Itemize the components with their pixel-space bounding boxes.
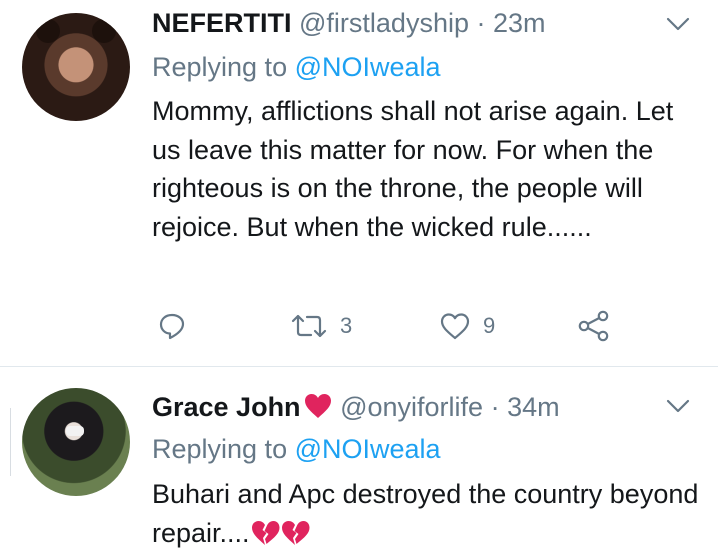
user-handle[interactable]: @firstladyship: [299, 8, 469, 38]
tweet-header: Grace John @onyiforlife · 34m: [152, 390, 560, 424]
user-handle[interactable]: @onyiforlife: [340, 392, 483, 422]
like-button[interactable]: 9: [439, 304, 495, 348]
retweet-count: 3: [340, 313, 353, 338]
avatar[interactable]: [22, 13, 130, 121]
avatar[interactable]: [22, 388, 130, 496]
like-icon: [440, 313, 470, 340]
mention-link[interactable]: @NOIweala: [295, 434, 441, 464]
tweet-divider: [0, 366, 718, 367]
tweet-actions: 3 9: [0, 304, 718, 348]
tweet-text-content: Buhari and Apc destroyed the country bey…: [152, 479, 699, 548]
reply-icon: [159, 313, 185, 340]
broken-heart-icon: [251, 520, 280, 545]
red-heart-icon: [304, 394, 331, 418]
left-edge-panel: [0, 408, 11, 476]
replying-prefix: Replying to: [152, 434, 288, 464]
tweet-header: NEFERTITI @firstladyship · 23m: [152, 6, 546, 40]
retweet-icon: [291, 314, 327, 338]
mention-link[interactable]: @NOIweala: [295, 52, 441, 82]
tweet-text: Buhari and Apc destroyed the country bey…: [152, 475, 702, 552]
display-name[interactable]: NEFERTITI: [152, 8, 292, 38]
tweet-1[interactable]: NEFERTITI @firstladyship · 23m Replying …: [0, 0, 718, 366]
like-count: 9: [483, 313, 496, 338]
display-name[interactable]: Grace John: [152, 392, 301, 422]
replying-to: Replying to @NOIweala: [152, 432, 441, 466]
replying-to: Replying to @NOIweala: [152, 50, 441, 84]
chevron-down-icon[interactable]: [663, 14, 693, 34]
chevron-down-icon[interactable]: [663, 396, 693, 416]
face-mask: [66, 426, 84, 436]
share-button[interactable]: [577, 304, 611, 348]
broken-heart-icon: [281, 520, 310, 545]
timestamp[interactable]: 23m: [493, 8, 546, 38]
reply-button[interactable]: [157, 304, 187, 348]
separator: ·: [490, 392, 500, 422]
timestamp[interactable]: 34m: [507, 392, 560, 422]
separator: ·: [476, 8, 486, 38]
retweet-button[interactable]: 3: [290, 304, 352, 348]
share-icon: [578, 310, 609, 342]
tweet-text: Mommy, afflictions shall not arise again…: [152, 96, 674, 242]
replying-prefix: Replying to: [152, 52, 288, 82]
